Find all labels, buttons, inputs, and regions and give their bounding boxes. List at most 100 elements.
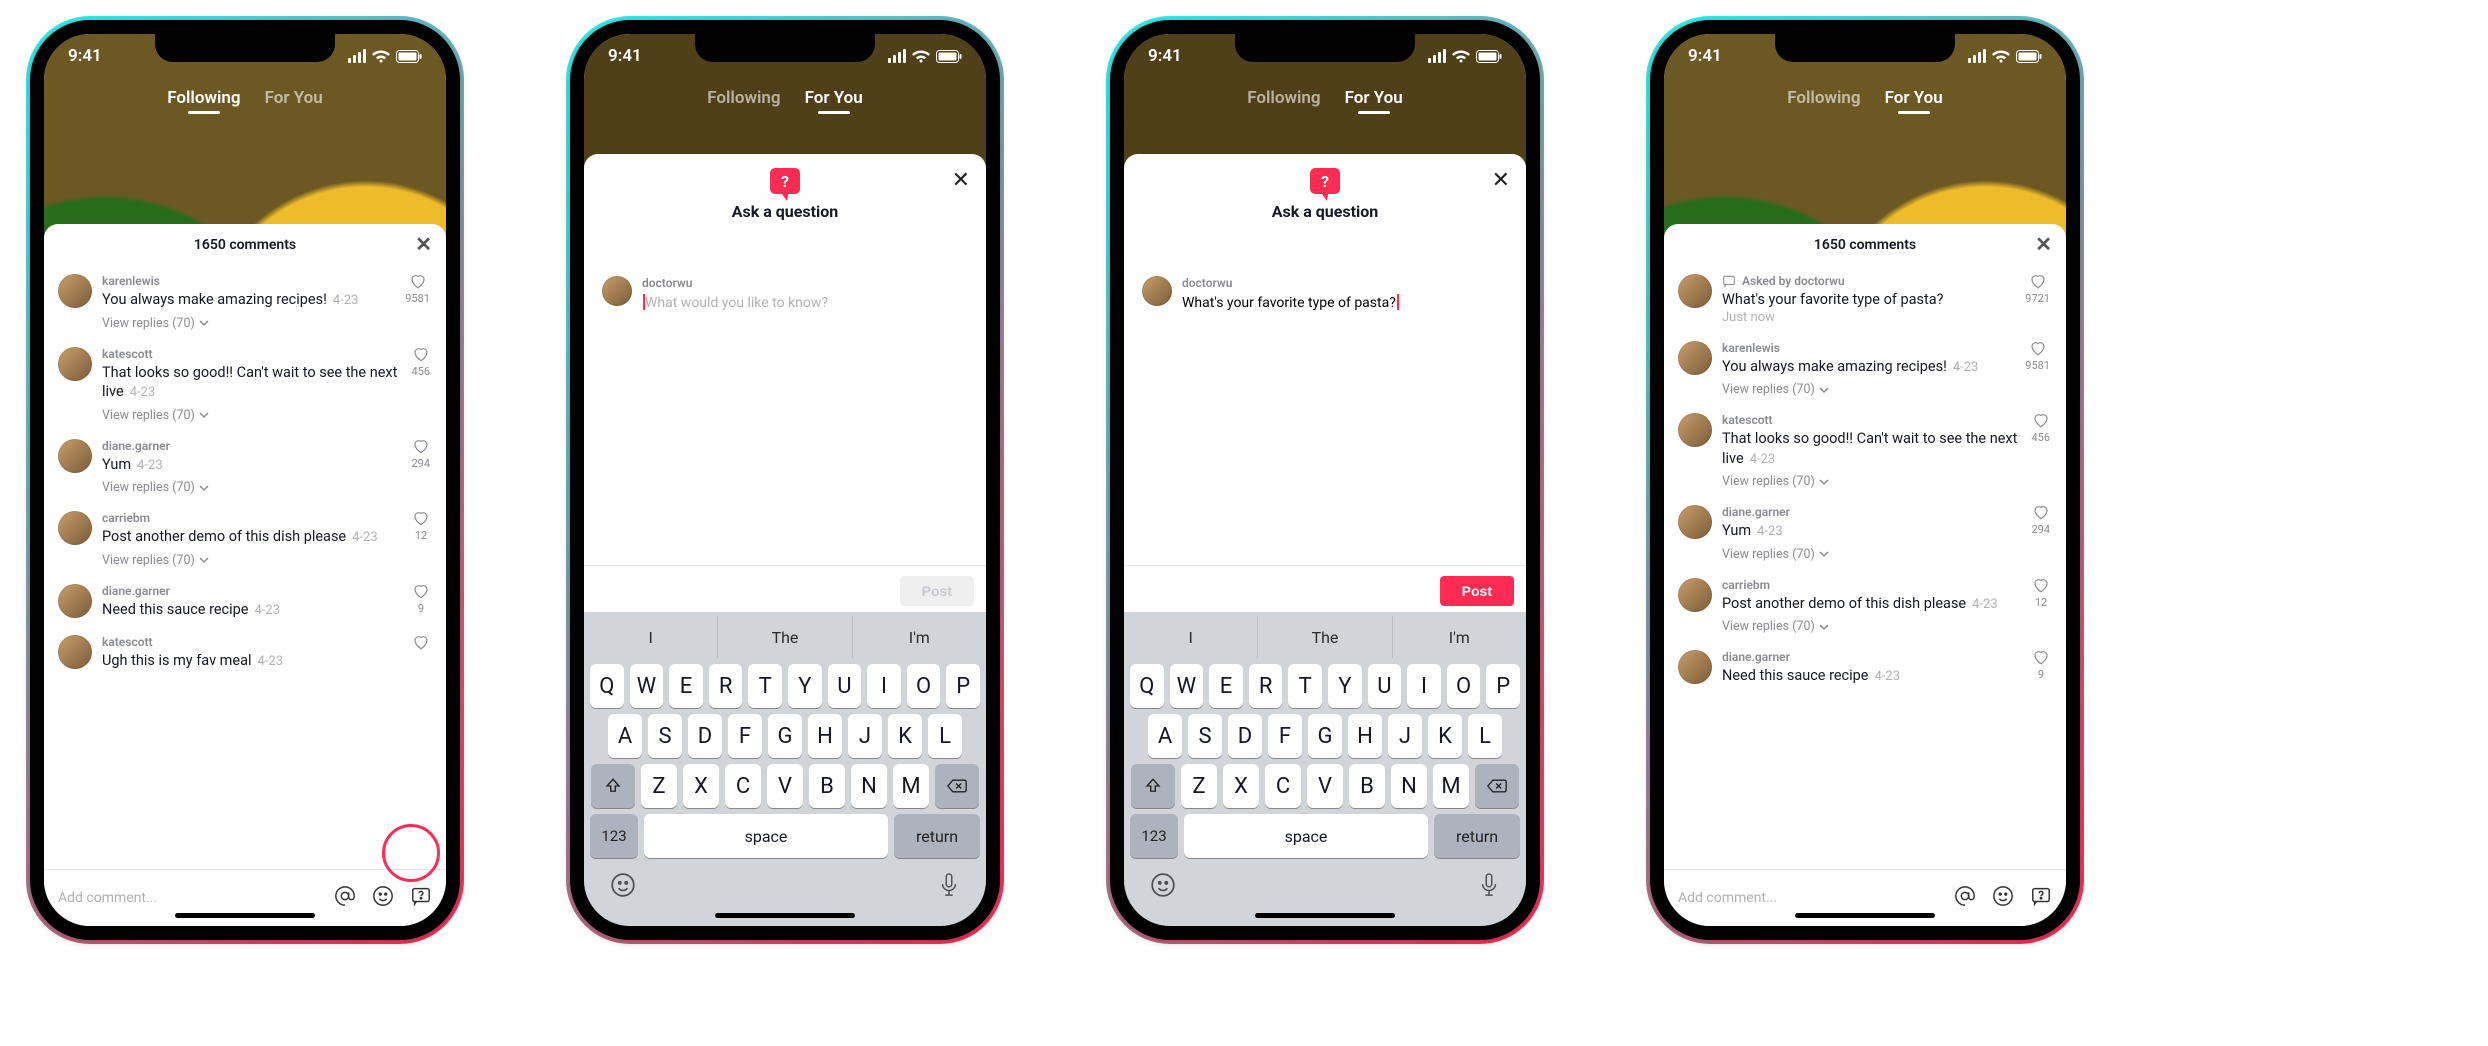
mention-icon[interactable] xyxy=(334,885,356,911)
close-icon[interactable]: ✕ xyxy=(2035,234,2052,254)
tab-following[interactable]: Following xyxy=(1247,88,1320,108)
comment-row[interactable]: katescottThat looks so good!! Can't wait… xyxy=(1678,405,2052,497)
view-replies[interactable]: View replies (70) xyxy=(1722,547,2052,562)
key[interactable]: P xyxy=(946,664,980,708)
home-indicator[interactable] xyxy=(1795,913,1935,918)
tab-following[interactable]: Following xyxy=(707,88,780,108)
keyboard-suggestions[interactable]: I The I'm xyxy=(584,616,986,658)
like-button[interactable]: 9721 xyxy=(2025,272,2050,305)
key[interactable]: G xyxy=(768,714,802,758)
key[interactable]: O xyxy=(1447,664,1481,708)
key[interactable]: V xyxy=(1307,764,1343,808)
key-123[interactable]: 123 xyxy=(590,814,638,858)
comment-row[interactable]: karenlewisYou always make amazing recipe… xyxy=(58,266,432,339)
comment-username[interactable]: carriebm xyxy=(1722,578,2052,592)
comment-row[interactable]: katescottThat looks so good!! Can't wait… xyxy=(58,339,432,431)
question-input[interactable]: What's your favorite type of pasta? xyxy=(1182,295,1396,311)
tab-for-you[interactable]: For You xyxy=(265,88,323,108)
suggestion[interactable]: I'm xyxy=(853,616,986,658)
key[interactable]: U xyxy=(1368,664,1402,708)
view-replies[interactable]: View replies (70) xyxy=(102,316,432,331)
key[interactable]: B xyxy=(809,764,845,808)
avatar[interactable] xyxy=(58,439,92,473)
post-button[interactable]: Post xyxy=(1440,576,1514,606)
key[interactable]: F xyxy=(728,714,762,758)
like-button[interactable]: 12 xyxy=(2032,576,2050,609)
key[interactable]: T xyxy=(1288,664,1322,708)
key-return[interactable]: return xyxy=(1434,814,1520,858)
comment-row[interactable]: diane.garnerNeed this sauce recipe4-239 xyxy=(58,576,432,628)
avatar[interactable] xyxy=(1142,276,1172,306)
ask-question-icon[interactable] xyxy=(410,885,432,911)
key[interactable]: C xyxy=(725,764,761,808)
key[interactable]: B xyxy=(1349,764,1385,808)
comment-username[interactable]: katescott xyxy=(102,347,432,361)
comment-username[interactable]: karenlewis xyxy=(102,274,432,288)
key[interactable]: S xyxy=(1188,714,1222,758)
avatar[interactable] xyxy=(1678,341,1712,375)
comments-list[interactable]: Asked by doctorwuWhat's your favorite ty… xyxy=(1664,266,2066,869)
key[interactable]: Q xyxy=(1130,664,1164,708)
comments-list[interactable]: karenlewisYou always make amazing recipe… xyxy=(44,266,446,869)
avatar[interactable] xyxy=(1678,650,1712,684)
key[interactable]: P xyxy=(1486,664,1520,708)
mic-icon[interactable] xyxy=(1478,872,1500,902)
avatar[interactable] xyxy=(58,274,92,308)
view-replies[interactable]: View replies (70) xyxy=(102,480,432,495)
key-space[interactable]: space xyxy=(1184,814,1428,858)
key[interactable]: K xyxy=(888,714,922,758)
key[interactable]: H xyxy=(808,714,842,758)
home-indicator[interactable] xyxy=(175,913,315,918)
avatar[interactable] xyxy=(1678,274,1712,308)
suggestion[interactable]: The xyxy=(718,616,852,658)
key[interactable]: C xyxy=(1265,764,1301,808)
key[interactable]: E xyxy=(1209,664,1243,708)
keyboard[interactable]: I The I'm QWERTYUIOP ASDFGHJKL ZXCVBNM 1… xyxy=(584,612,986,926)
mention-icon[interactable] xyxy=(1954,885,1976,911)
key[interactable]: K xyxy=(1428,714,1462,758)
key[interactable]: H xyxy=(1348,714,1382,758)
avatar[interactable] xyxy=(58,584,92,618)
comment-input[interactable]: Add comment... xyxy=(1678,890,1938,906)
key[interactable]: Q xyxy=(590,664,624,708)
tab-for-you[interactable]: For You xyxy=(805,88,863,108)
key[interactable]: L xyxy=(928,714,962,758)
key[interactable]: M xyxy=(893,764,929,808)
key[interactable]: W xyxy=(630,664,664,708)
key[interactable]: E xyxy=(669,664,703,708)
view-replies[interactable]: View replies (70) xyxy=(1722,474,2052,489)
key[interactable]: D xyxy=(1228,714,1262,758)
mic-icon[interactable] xyxy=(938,872,960,902)
key[interactable]: D xyxy=(688,714,722,758)
comment-row[interactable]: diane.garnerYum4-23View replies (70) 294 xyxy=(58,431,432,504)
suggestion[interactable]: I'm xyxy=(1393,616,1526,658)
key[interactable]: O xyxy=(907,664,941,708)
comment-row[interactable]: diane.garnerYum4-23View replies (70) 294 xyxy=(1678,497,2052,570)
avatar[interactable] xyxy=(1678,578,1712,612)
key[interactable]: N xyxy=(1391,764,1427,808)
avatar[interactable] xyxy=(602,276,632,306)
key[interactable]: J xyxy=(1388,714,1422,758)
key[interactable]: A xyxy=(608,714,642,758)
post-button[interactable]: Post xyxy=(900,576,974,606)
key[interactable]: N xyxy=(851,764,887,808)
backspace-key[interactable] xyxy=(935,764,979,808)
key[interactable]: Y xyxy=(1328,664,1362,708)
view-replies[interactable]: View replies (70) xyxy=(1722,382,2052,397)
key[interactable]: J xyxy=(848,714,882,758)
comment-row[interactable]: diane.garnerNeed this sauce recipe4-239 xyxy=(1678,642,2052,694)
keyboard-suggestions[interactable]: I The I'm xyxy=(1124,616,1526,658)
comment-username[interactable]: diane.garner xyxy=(1722,650,2052,664)
avatar[interactable] xyxy=(58,347,92,381)
like-button[interactable]: 294 xyxy=(411,437,430,470)
comment-username[interactable]: diane.garner xyxy=(1722,505,2052,519)
comment-username[interactable]: karenlewis xyxy=(1722,341,2052,355)
key[interactable]: Z xyxy=(1181,764,1217,808)
suggestion[interactable]: I xyxy=(584,616,718,658)
key[interactable]: I xyxy=(1407,664,1441,708)
key[interactable]: X xyxy=(683,764,719,808)
tab-for-you[interactable]: For You xyxy=(1345,88,1403,108)
key[interactable]: R xyxy=(1249,664,1283,708)
key[interactable]: V xyxy=(767,764,803,808)
key[interactable]: M xyxy=(1433,764,1469,808)
